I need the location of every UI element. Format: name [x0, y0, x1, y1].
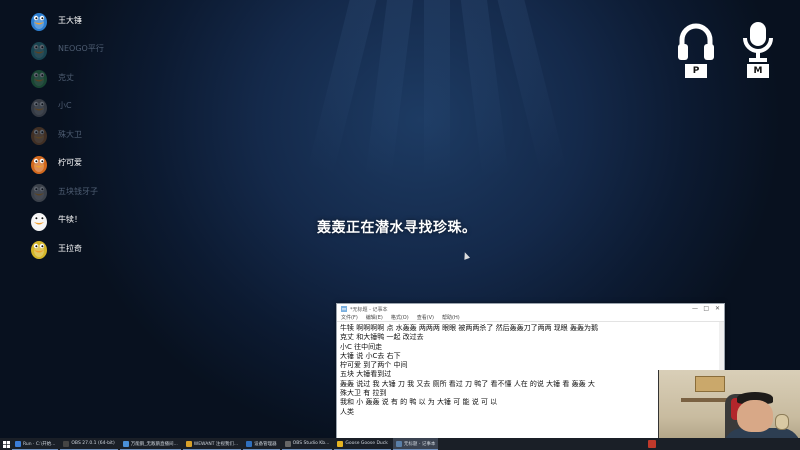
- taskbar-item-label: Goose Goose Duck: [345, 441, 388, 446]
- headphones-toggle[interactable]: P: [676, 20, 716, 80]
- microphone-toggle[interactable]: M: [738, 20, 778, 80]
- player-name: 王拉奇: [58, 243, 82, 253]
- taskbar-item-label: OBS 27.0.1 (64-bit): [71, 441, 115, 446]
- notepad-line: 大锤 说 小C去 右下: [340, 351, 401, 360]
- player-entry: NEOGO平行: [28, 35, 148, 64]
- taskbar-item-label: Run · C:\开始...: [23, 441, 56, 447]
- taskbar: Run · C:\开始... OBS 27.0.1 (64-bit) 万能鹅_无敌鹅…: [0, 438, 800, 450]
- light-beam: [365, 0, 418, 180]
- app-icon: [122, 440, 129, 447]
- menu-help[interactable]: 帮助(H): [442, 314, 460, 321]
- goose-avatar-icon: [28, 122, 50, 146]
- taskbar-items: Run · C:\开始... OBS 27.0.1 (64-bit) 万能鹅_无敌鹅…: [12, 438, 440, 450]
- streamer-face: [737, 400, 773, 432]
- maximize-button[interactable]: □: [703, 305, 709, 312]
- player-entry: 柠可爱: [28, 149, 148, 178]
- microphone-key: M: [747, 64, 769, 78]
- player-entry: 五块钱牙子: [28, 177, 148, 206]
- goose-avatar-icon: [28, 37, 50, 61]
- player-entry: 王大锤: [28, 6, 148, 35]
- windows-icon: [2, 440, 10, 448]
- light-beam: [424, 0, 450, 180]
- app-icon: [185, 440, 192, 447]
- status-message: 轰轰正在潜水寻找珍珠。: [317, 220, 477, 236]
- microphone-icon: [743, 22, 773, 62]
- menu-format[interactable]: 格式(O): [391, 314, 409, 321]
- goose-avatar-icon: [28, 151, 50, 175]
- player-entry: 小C: [28, 92, 148, 121]
- menu-edit[interactable]: 编辑(E): [366, 314, 383, 321]
- player-name: 小C: [58, 101, 72, 111]
- player-entry: 殊大卫: [28, 120, 148, 149]
- player-name: 克丈: [58, 72, 74, 82]
- taskbar-item-label: 无标题 - 记事本: [403, 441, 436, 447]
- taskbar-item[interactable]: OBS 27.0.1 (64-bit): [60, 438, 118, 450]
- menu-file[interactable]: 文件(F): [341, 314, 358, 321]
- taskbar-item[interactable]: WEWANT 注视我们...: [182, 438, 242, 450]
- player-name: NEOGO平行: [58, 44, 104, 54]
- menu-view[interactable]: 查看(V): [417, 314, 434, 321]
- taskbar-item[interactable]: 万能鹅_无敌鹅直播间...: [119, 438, 181, 450]
- taskbar-item-label: 设备管理器: [254, 441, 277, 447]
- taskbar-item-label: WEWANT 注视我们...: [193, 441, 239, 447]
- player-entry: 牛犊！: [28, 206, 148, 235]
- goose-avatar-icon: [28, 208, 50, 232]
- notepad-line: 牛犊 啊啊啊啊 点 水轰轰 两两两 眼眼 被两两杀了 然后轰轰刀了两两 现眼 轰…: [340, 324, 599, 332]
- app-icon: [395, 440, 402, 447]
- notepad-menubar: 文件(F) 编辑(E) 格式(O) 查看(V) 帮助(H): [337, 314, 724, 322]
- minimize-button[interactable]: —: [692, 305, 698, 312]
- notepad-icon: [341, 306, 347, 312]
- close-button[interactable]: ✕: [715, 305, 720, 312]
- player-entry: 王拉奇: [28, 234, 148, 263]
- player-list: 王大锤 NEOGO平行 克丈小C 殊大卫柠可爱五块钱牙子牛犊！ 王拉奇: [28, 6, 148, 263]
- taskbar-item[interactable]: 设备管理器: [243, 438, 280, 450]
- taskbar-item-label: 万能鹅_无敌鹅直播间...: [130, 441, 178, 447]
- app-icon: [284, 440, 291, 447]
- notepad-title: *无标题 - 记事本: [350, 306, 388, 313]
- wall-board: [695, 376, 725, 392]
- player-entry: 克丈: [28, 63, 148, 92]
- app-icon: [63, 440, 70, 447]
- mouse-cursor: [461, 251, 471, 260]
- headphones-key: P: [685, 64, 707, 78]
- goose-avatar-icon: [28, 65, 50, 89]
- notepad-line: 克丈 和大锤鸭 一起 改过去: [340, 333, 424, 342]
- headphones-icon: [678, 23, 714, 60]
- goose-avatar-icon: [28, 236, 50, 260]
- player-name: 王大锤: [58, 15, 82, 25]
- player-name: 牛犊！: [58, 215, 82, 225]
- taskbar-item[interactable]: 无标题 - 记事本: [392, 438, 439, 450]
- light-beam: [456, 0, 509, 180]
- taskbar-item-label: OBS Studio Kb...: [292, 441, 330, 446]
- app-icon: [15, 440, 21, 447]
- player-name: 五块钱牙子: [58, 186, 98, 196]
- goose-avatar-icon: [28, 179, 50, 203]
- goose-avatar-icon: [28, 8, 50, 32]
- player-name: 柠可爱: [58, 158, 82, 168]
- microphone-prop: [775, 414, 789, 430]
- notepad-line: 小C 往中间走: [340, 342, 383, 351]
- taskbar-item[interactable]: OBS Studio Kb...: [281, 438, 333, 450]
- app-icon: [246, 440, 253, 447]
- tray-icon[interactable]: [648, 440, 656, 448]
- taskbar-item[interactable]: Goose Goose Duck: [334, 438, 391, 450]
- goose-avatar-icon: [28, 94, 50, 118]
- app-icon: [337, 440, 344, 447]
- taskbar-item[interactable]: Run · C:\开始...: [12, 438, 59, 450]
- notepad-titlebar[interactable]: *无标题 - 记事本 — □ ✕: [337, 304, 724, 314]
- start-button[interactable]: [0, 438, 12, 450]
- player-name: 殊大卫: [58, 129, 82, 139]
